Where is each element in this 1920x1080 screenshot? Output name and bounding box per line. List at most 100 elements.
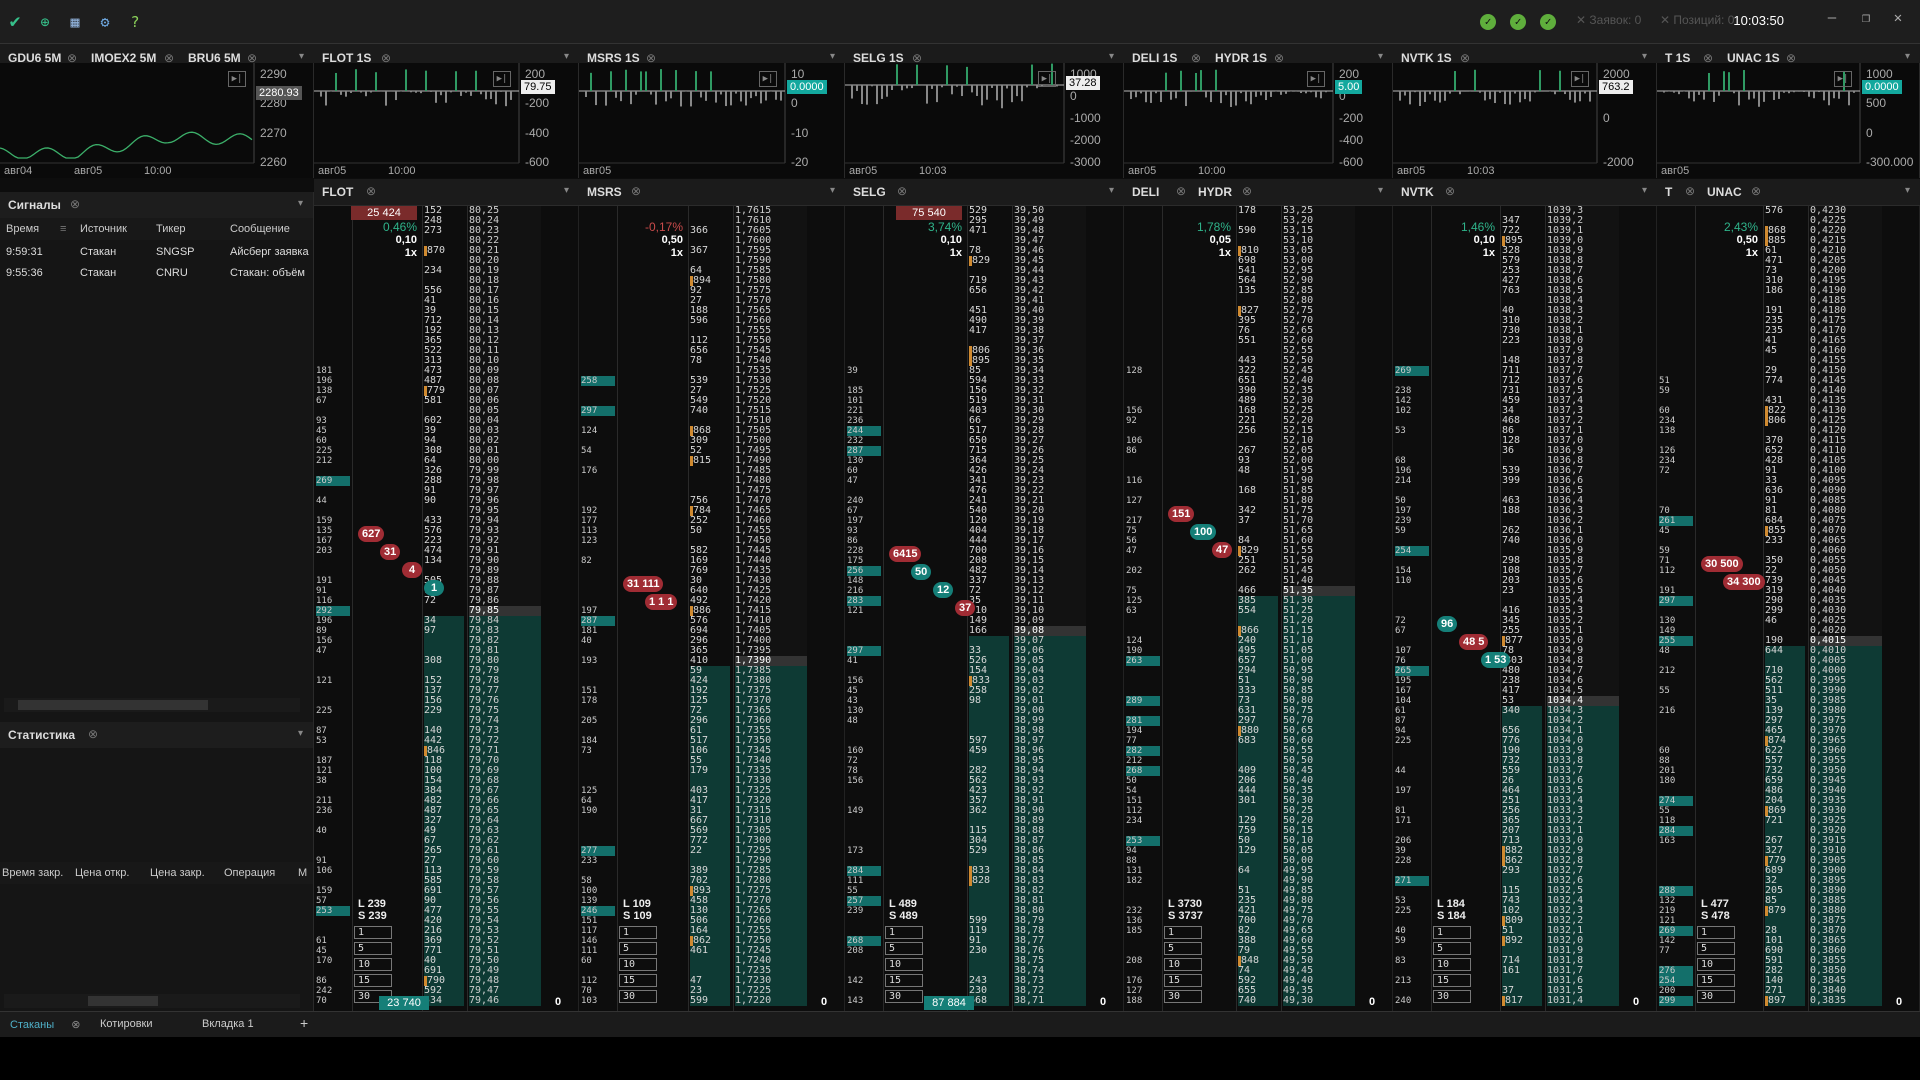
- orderbook-ticker[interactable]: T: [1665, 185, 1672, 199]
- price-level[interactable]: 0,3835: [1810, 996, 1882, 1006]
- volume-cell[interactable]: 234: [424, 266, 464, 276]
- price-chart[interactable]: 200 -200 -400 -600 79.75 авг05 10:00 ▶|: [314, 63, 579, 178]
- col-ticker[interactable]: Тикер: [156, 223, 186, 235]
- scroll-to-end-icon[interactable]: ▶|: [1571, 71, 1589, 87]
- col-source[interactable]: Источник: [80, 223, 127, 235]
- chevron-down-icon[interactable]: ▾: [1642, 51, 1647, 62]
- volume-cell[interactable]: 806: [1765, 416, 1805, 426]
- multiplier[interactable]: 1x: [615, 247, 683, 259]
- volume-cell[interactable]: 262: [1238, 566, 1278, 576]
- price-column[interactable]: 53,25 53,20 53,15 53,10 53,05 53,00 52,95 52,90…: [1283, 206, 1355, 1011]
- orderbook-ticker[interactable]: FLOT: [322, 185, 353, 199]
- volume-cell[interactable]: [424, 636, 464, 646]
- volume-cell[interactable]: 188: [1502, 506, 1542, 516]
- scroll-to-end-icon[interactable]: ▶|: [228, 71, 246, 87]
- col-m[interactable]: М: [298, 867, 307, 879]
- volume-cell[interactable]: 64: [1238, 866, 1278, 876]
- volume-cell[interactable]: 78: [690, 356, 730, 366]
- close-icon[interactable]: ⊗: [71, 1019, 80, 1031]
- volume-cell[interactable]: 551: [1238, 336, 1278, 346]
- orderbook-ladder[interactable]: 269 238 142 102 53 68 196 214 50 197 239 59 254 154 11…: [1393, 206, 1657, 1011]
- volume-cell[interactable]: 301: [1238, 796, 1278, 806]
- orderbook-ladder[interactable]: 51 59 60 234 138 126 234 72 70 261 45 59 71 112 191 297…: [1657, 206, 1920, 1011]
- volume-cell[interactable]: 233: [1765, 536, 1805, 546]
- scroll-to-end-icon[interactable]: ▶|: [759, 71, 777, 87]
- volume-cell[interactable]: 186: [1765, 286, 1805, 296]
- close-icon[interactable]: ⊗: [897, 184, 907, 198]
- chevron-down-icon[interactable]: ▾: [298, 198, 303, 209]
- volume-cell[interactable]: 166: [969, 626, 1009, 636]
- scroll-to-end-icon[interactable]: ▶|: [1038, 71, 1056, 87]
- price-column[interactable]: 1,7615 1,7610 1,7605 1,7600 1,7595 1,7590 1,75…: [735, 206, 807, 1011]
- lot-button[interactable]: 15: [1697, 974, 1735, 987]
- volume-cell[interactable]: 892: [1502, 936, 1542, 946]
- scroll-to-end-icon[interactable]: ▶|: [1307, 71, 1325, 87]
- volume-cell[interactable]: 129: [1238, 846, 1278, 856]
- volume-cell[interactable]: [690, 476, 730, 486]
- lot-button[interactable]: 1: [885, 926, 923, 939]
- multiplier[interactable]: 1x: [1163, 247, 1231, 259]
- lot-button[interactable]: 1: [354, 926, 392, 939]
- chevron-down-icon[interactable]: ▾: [1109, 185, 1114, 196]
- col-time[interactable]: Время: [6, 223, 39, 235]
- scrollbar-thumb[interactable]: [88, 996, 158, 1006]
- volume-cell[interactable]: [1238, 746, 1278, 756]
- volume-cell[interactable]: 740: [690, 406, 730, 416]
- volume-cell[interactable]: 50: [690, 526, 730, 536]
- chevron-down-icon[interactable]: ▾: [1642, 185, 1647, 196]
- price-column[interactable]: 0,4230 0,4225 0,4220 0,4215 0,4210 0,4205 0,42…: [1810, 206, 1882, 1011]
- volume-cell[interactable]: 576: [1765, 206, 1805, 216]
- volume-cell[interactable]: 683: [1238, 736, 1278, 746]
- table-row[interactable]: 9:59:31 Стакан SNGSP Айсберг заявка: [0, 242, 313, 263]
- lot-button[interactable]: 30: [1697, 990, 1735, 1003]
- price-level[interactable]: 1,7220: [735, 996, 807, 1006]
- lot-button[interactable]: 30: [619, 990, 657, 1003]
- volume-cell[interactable]: [690, 466, 730, 476]
- positions-count[interactable]: ✕ Позиций: 0: [1660, 13, 1734, 27]
- settings-gear-icon[interactable]: ⚙: [96, 13, 114, 31]
- orderbook-ladder[interactable]: 181 196 138 67 93 45 60 225 212 269 44 159 135 167 203…: [314, 206, 579, 1011]
- volume-cell[interactable]: 897: [1765, 996, 1805, 1006]
- tab-vkladka-1[interactable]: Вкладка 1: [202, 1018, 254, 1030]
- orderbook-ticker[interactable]: DELI: [1132, 185, 1159, 199]
- maximize-icon[interactable]: ❐: [1856, 10, 1876, 26]
- lot-button[interactable]: 1: [619, 926, 657, 939]
- orderbook-ladder[interactable]: 258 297 124 54 176 192 177 113 123 82 197 287 181 40 1…: [579, 206, 845, 1011]
- volume-cell[interactable]: [690, 956, 730, 966]
- price-level[interactable]: 38,71: [1014, 996, 1086, 1006]
- volume-cell[interactable]: 362: [969, 806, 1009, 816]
- volume-cell[interactable]: 554: [1238, 606, 1278, 616]
- lot-button[interactable]: 15: [1433, 974, 1471, 987]
- table-row[interactable]: 9:55:36 Стакан CNRU Стакан: объём: [0, 263, 313, 284]
- lot-button[interactable]: 10: [619, 958, 657, 971]
- volume-cell[interactable]: 273: [424, 226, 464, 236]
- chevron-down-icon[interactable]: ▾: [564, 51, 569, 62]
- price-chart[interactable]: 200 0 -200 -400 -600 5.00 авг05 10:00 ▶|: [1124, 63, 1393, 178]
- orderbook-ladder[interactable]: 39 185 101 221 236 244 232 287 130 60 47 240 67 197 93…: [845, 206, 1124, 1011]
- lot-button[interactable]: 5: [1697, 942, 1735, 955]
- volume-cell[interactable]: 37: [1238, 516, 1278, 526]
- orders-count[interactable]: ✕ Заявок: 0: [1576, 13, 1641, 27]
- volume-cell[interactable]: 721: [1765, 816, 1805, 826]
- volume-cell[interactable]: 529: [969, 846, 1009, 856]
- volume-cell[interactable]: [969, 956, 1009, 966]
- horizontal-scrollbar[interactable]: [4, 698, 300, 712]
- lot-button[interactable]: 10: [1433, 958, 1471, 971]
- col-message[interactable]: Сообщение: [230, 223, 290, 235]
- horizontal-scrollbar[interactable]: [4, 994, 300, 1008]
- volume-cell[interactable]: 879: [1765, 906, 1805, 916]
- lot-button[interactable]: 15: [619, 974, 657, 987]
- volume-cell[interactable]: 590: [1238, 226, 1278, 236]
- volume-cell[interactable]: 399: [1502, 476, 1542, 486]
- orderbook-ticker[interactable]: SELG: [853, 185, 886, 199]
- lot-button[interactable]: 15: [354, 974, 392, 987]
- close-icon[interactable]: ⊗: [1445, 184, 1455, 198]
- volume-cell[interactable]: 461: [690, 946, 730, 956]
- volume-cell[interactable]: 829: [969, 256, 1009, 266]
- multiplier[interactable]: 1x: [894, 247, 962, 259]
- volume-cell[interactable]: 98: [969, 696, 1009, 706]
- volume-cell[interactable]: 178: [1238, 206, 1278, 216]
- price-chart[interactable]: 1000 500 0 -300.000 0.0000 авг05 ▶|: [1657, 63, 1920, 178]
- lot-button[interactable]: 5: [1433, 942, 1471, 955]
- volume-cell[interactable]: 229: [424, 706, 464, 716]
